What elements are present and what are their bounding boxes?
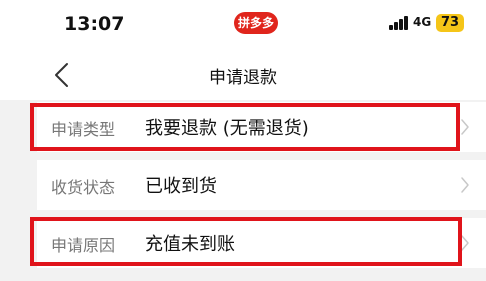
chevron-right-icon: [460, 176, 470, 194]
app-badge: 拼多多: [234, 12, 278, 34]
row-label: 申请类型: [51, 120, 116, 139]
row-value: 充值未到账: [145, 234, 235, 255]
form-row-request-type[interactable]: 申请类型 我要退款 (无需退货): [37, 102, 486, 152]
battery-badge: 73: [436, 14, 464, 32]
chevron-right-icon: [460, 118, 470, 136]
status-bar: 13:07 拼多多 4G 73: [0, 0, 486, 50]
row-value: 我要退款 (无需退货): [145, 118, 309, 139]
page-title: 申请退款: [209, 68, 277, 88]
network-label: 4G: [413, 15, 432, 29]
row-label: 收货状态: [51, 178, 116, 197]
status-time: 13:07: [64, 13, 125, 35]
row-value: 已收到货: [145, 176, 217, 197]
form-row-receipt-status[interactable]: 收货状态 已收到货: [37, 160, 486, 210]
signal-icon: [389, 16, 411, 30]
nav-bar: 申请退款: [0, 50, 486, 100]
row-label: 申请原因: [51, 236, 116, 255]
chevron-right-icon: [460, 234, 470, 252]
form-row-reason[interactable]: 申请原因 充值未到账: [37, 218, 486, 268]
